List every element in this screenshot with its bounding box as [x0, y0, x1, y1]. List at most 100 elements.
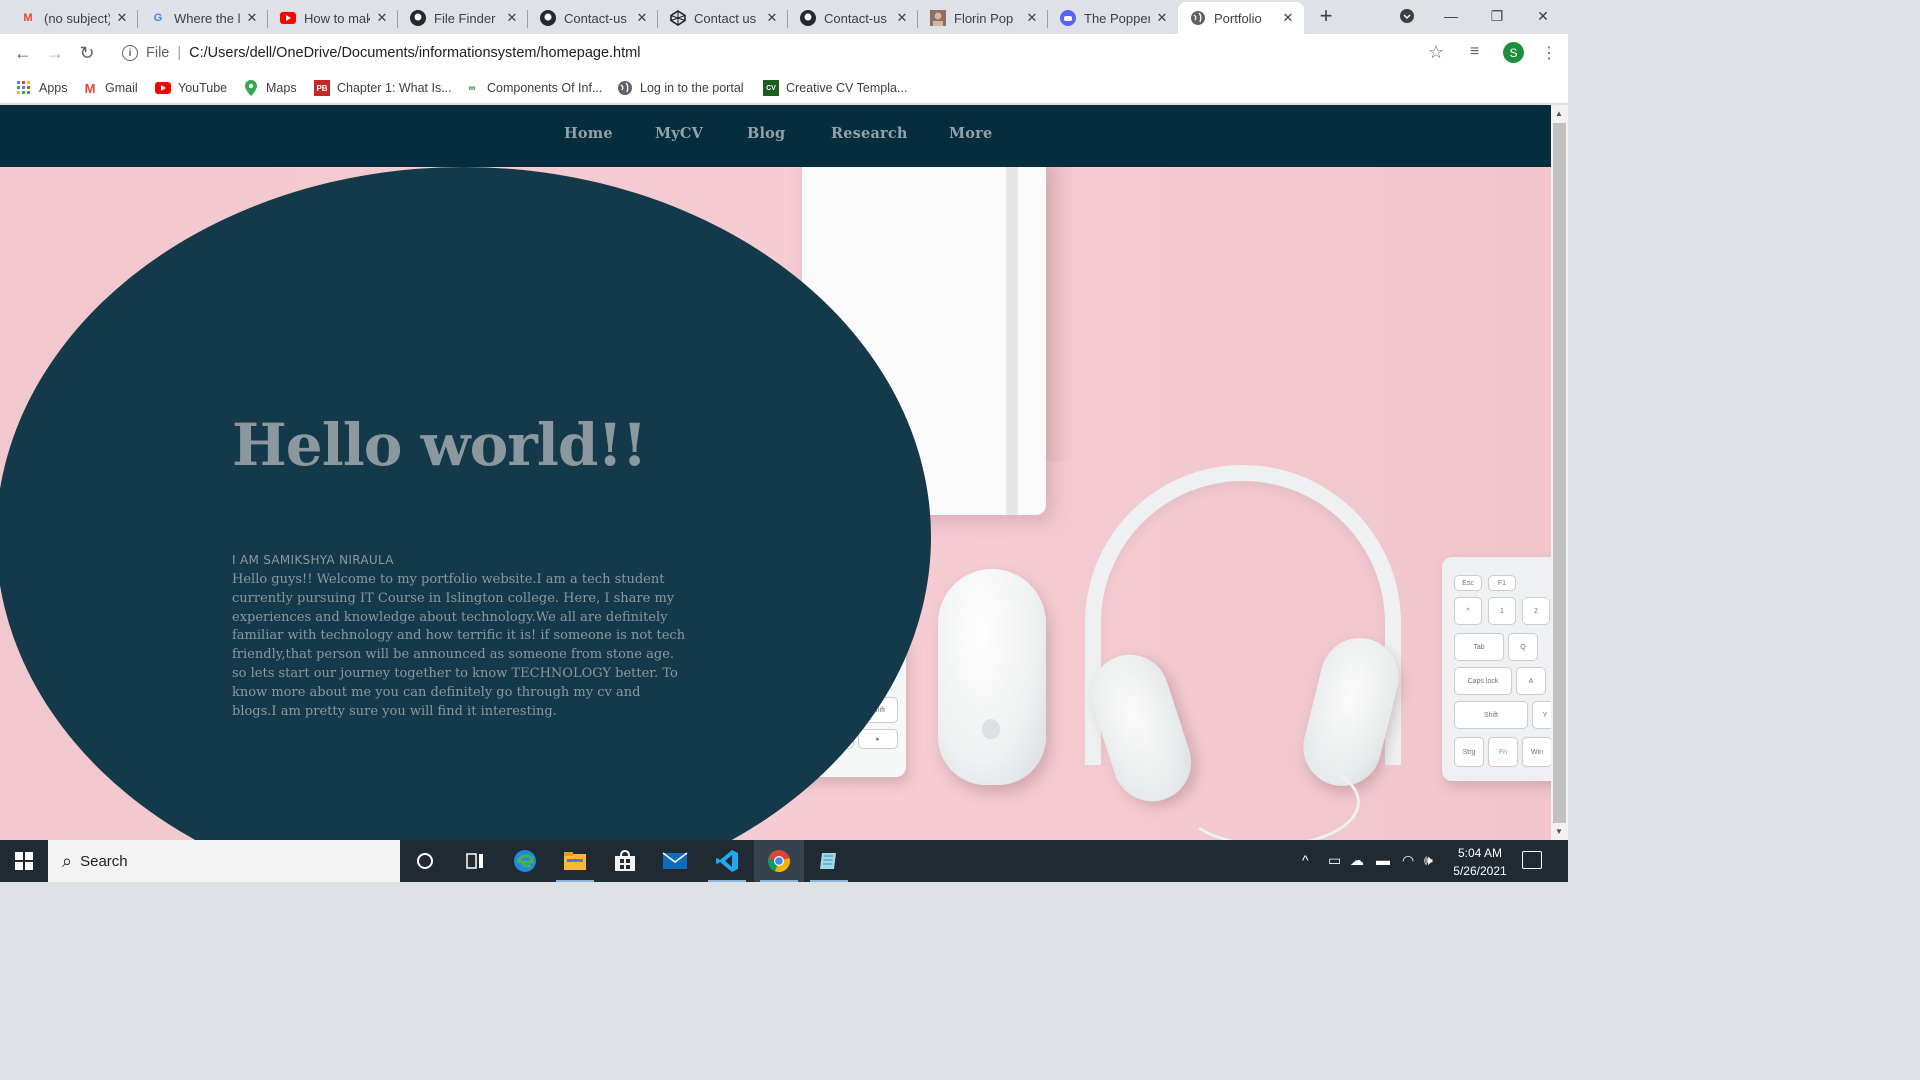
- reading-list-icon[interactable]: ≡: [1470, 43, 1479, 61]
- file-explorer-icon[interactable]: [550, 840, 600, 882]
- bookmark-chapter-1[interactable]: PB Chapter 1: What Is...: [314, 78, 452, 98]
- tab-contact-us-3[interactable]: Contact-us ✕: [788, 2, 918, 34]
- nav-home-link[interactable]: Home: [564, 125, 613, 142]
- clock-time: 5:04 AM: [1457, 846, 1503, 860]
- tab-the-popper[interactable]: The Popper ✕: [1048, 2, 1178, 34]
- windows-logo-icon: [15, 852, 33, 870]
- intro-line: familiar with technology and how terrifi…: [232, 628, 686, 644]
- keyboard-key: A: [1516, 667, 1546, 695]
- tab-contact-us-1[interactable]: Contact-us ✕: [528, 2, 658, 34]
- close-icon[interactable]: ✕: [1024, 10, 1040, 26]
- close-icon[interactable]: ✕: [244, 10, 260, 26]
- page-viewport: Home MyCV Blog Research More Shift ▸ ▾ E…: [0, 105, 1551, 840]
- vscode-icon[interactable]: [702, 840, 752, 882]
- cortana-icon[interactable]: [400, 840, 450, 882]
- nav-mycv-link[interactable]: MyCV: [655, 125, 703, 142]
- close-icon[interactable]: ✕: [1280, 10, 1296, 26]
- info-icon[interactable]: i: [122, 45, 138, 61]
- cv-icon: CV: [763, 80, 779, 96]
- taskbar-search-box[interactable]: ⌕ Search: [48, 840, 400, 882]
- browser-tab-strip: M (no subject) ✕ G Where the l ✕ How to …: [0, 0, 1568, 34]
- globe-icon: [617, 80, 633, 96]
- keyboard-key: 2: [1522, 597, 1550, 625]
- scrollbar-thumb[interactable]: [1553, 123, 1566, 823]
- onedrive-cloud-icon[interactable]: ☁: [1350, 852, 1364, 869]
- intro-line: blogs.I am pretty sure you will find it …: [232, 703, 557, 719]
- reload-button[interactable]: ↻: [72, 38, 102, 68]
- bookmark-portal[interactable]: Log in to the portal: [617, 78, 744, 98]
- restore-button[interactable]: ❐: [1474, 0, 1520, 32]
- page-scrollbar[interactable]: ▲ ▼: [1551, 105, 1568, 840]
- close-icon[interactable]: ✕: [114, 10, 130, 26]
- close-icon[interactable]: ✕: [504, 10, 520, 26]
- bookmark-maps[interactable]: Maps: [243, 78, 297, 98]
- bookmark-components[interactable]: ∞ Components Of Inf...: [464, 78, 602, 98]
- close-icon[interactable]: ✕: [1154, 10, 1170, 26]
- task-view-icon[interactable]: [450, 840, 500, 882]
- volume-icon[interactable]: 🕪: [1424, 852, 1433, 869]
- address-bar[interactable]: i File | C:/Users/dell/OneDrive/Document…: [112, 38, 1460, 68]
- tab-florin-pop[interactable]: Florin Pop ✕: [918, 2, 1048, 34]
- tab-google[interactable]: G Where the l ✕: [138, 2, 268, 34]
- keyboard-key: Esc: [1454, 575, 1482, 591]
- tab-title: Florin Pop: [954, 10, 1014, 26]
- bookmark-apps[interactable]: Apps: [16, 78, 68, 98]
- profile-avatar[interactable]: S: [1503, 42, 1524, 63]
- close-icon[interactable]: ✕: [634, 10, 650, 26]
- bookmark-label: YouTube: [178, 81, 228, 95]
- keyboard-key: 1: [1488, 597, 1516, 625]
- nav-more-link[interactable]: More: [949, 125, 992, 142]
- keyboard-key: F1: [1488, 575, 1516, 591]
- keyboard-key: ▸: [858, 729, 898, 749]
- bookmark-label: Maps: [266, 81, 297, 95]
- start-button[interactable]: [0, 840, 48, 882]
- back-button[interactable]: ←: [8, 38, 38, 68]
- new-tab-button[interactable]: +: [1304, 0, 1348, 32]
- minimize-button[interactable]: —: [1428, 0, 1474, 32]
- forward-button[interactable]: →: [40, 38, 70, 68]
- scroll-down-arrow-icon[interactable]: ▼: [1555, 827, 1563, 836]
- codepen-icon: [670, 10, 686, 26]
- close-icon[interactable]: ✕: [374, 10, 390, 26]
- battery-icon[interactable]: ▬: [1376, 852, 1390, 868]
- nav-blog-link[interactable]: Blog: [747, 125, 785, 142]
- show-hidden-icons-icon[interactable]: ^: [1302, 852, 1309, 868]
- taskbar-clock[interactable]: 5:04 AM 5/26/2021: [1440, 844, 1520, 880]
- bookmark-creative-cv[interactable]: CV Creative CV Templa...: [763, 78, 907, 98]
- bookmark-label: Log in to the portal: [640, 81, 744, 95]
- intro-line: friendly,that person will be announced a…: [232, 647, 675, 663]
- youtube-icon: [280, 10, 296, 26]
- tab-gmail[interactable]: M (no subject) ✕: [8, 2, 138, 34]
- hero-name: I AM SAMIKSHYA NIRAULA: [232, 553, 394, 567]
- close-icon[interactable]: ✕: [764, 10, 780, 26]
- tab-youtube[interactable]: How to mak ✕: [268, 2, 398, 34]
- chrome-icon[interactable]: [754, 840, 804, 882]
- address-url[interactable]: C:/Users/dell/OneDrive/Documents/informa…: [189, 45, 640, 61]
- tab-search-button[interactable]: [1384, 0, 1430, 32]
- intro-line: so lets start our journey together to kn…: [232, 665, 678, 681]
- tab-title: How to mak: [304, 10, 370, 26]
- nav-research-link[interactable]: Research: [831, 125, 908, 142]
- tab-contact-us-2[interactable]: Contact us ✕: [658, 2, 788, 34]
- bookmark-youtube[interactable]: YouTube: [155, 78, 227, 98]
- close-window-button[interactable]: ✕: [1520, 0, 1566, 32]
- notification-center-icon[interactable]: [1522, 851, 1542, 869]
- tab-file-finder[interactable]: File Finder ✕: [398, 2, 528, 34]
- bookmarks-bar: Apps M Gmail YouTube Maps PB Chapter 1: …: [0, 72, 1568, 104]
- bookmark-star-icon[interactable]: ☆: [1428, 42, 1444, 63]
- tab-portfolio[interactable]: Portfolio ✕: [1178, 2, 1304, 34]
- bookmark-gmail[interactable]: M Gmail: [82, 78, 138, 98]
- store-icon[interactable]: [600, 840, 650, 882]
- wifi-icon[interactable]: ◠: [1402, 852, 1414, 869]
- mail-icon[interactable]: [650, 840, 700, 882]
- tab-title: File Finder: [434, 10, 496, 26]
- close-icon[interactable]: ✕: [894, 10, 910, 26]
- pb-icon: PB: [314, 80, 330, 96]
- edge-icon[interactable]: [500, 840, 550, 882]
- github-icon: [410, 10, 426, 26]
- notepad-icon[interactable]: [804, 840, 854, 882]
- menu-kebab-icon[interactable]: ⋮: [1541, 43, 1557, 63]
- gmail-icon: M: [84, 80, 96, 96]
- meet-now-icon[interactable]: ▭: [1328, 852, 1341, 869]
- scroll-up-arrow-icon[interactable]: ▲: [1555, 109, 1563, 118]
